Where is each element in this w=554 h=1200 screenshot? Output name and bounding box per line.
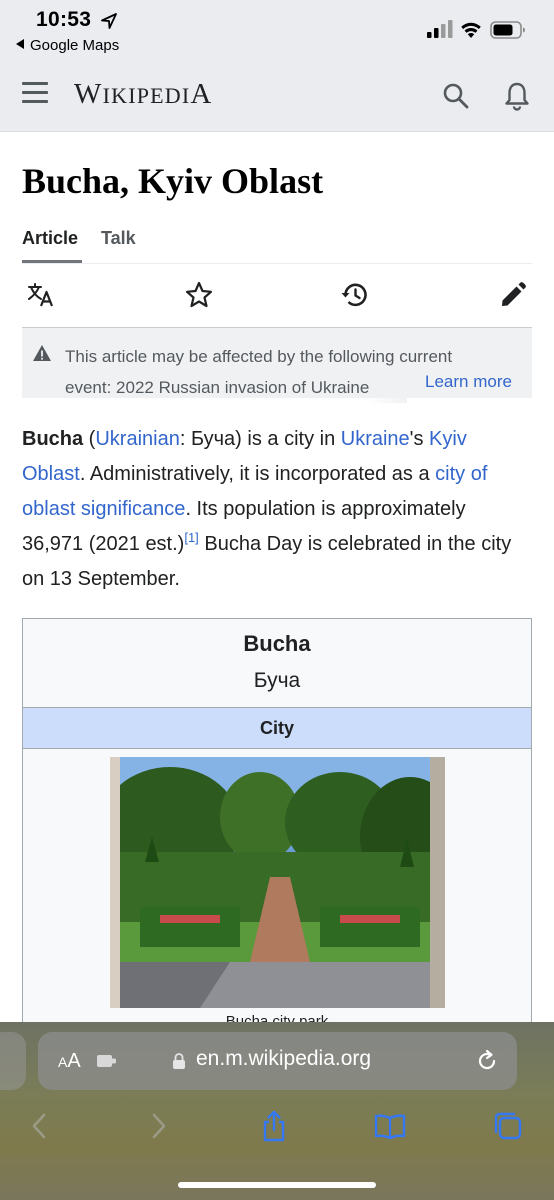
link-ukrainian[interactable]: Ukrainian — [95, 428, 179, 450]
back-triangle-icon — [16, 39, 24, 49]
infobox: Bucha Буча City Bucha city park — [22, 618, 532, 1038]
history-icon[interactable] — [340, 280, 370, 310]
search-icon[interactable] — [442, 82, 470, 110]
address-bar[interactable]: AA en.m.wikipedia.org — [38, 1032, 517, 1090]
wifi-icon — [461, 22, 481, 38]
article-subject: Bucha — [22, 428, 84, 450]
location-arrow-icon — [101, 13, 117, 29]
share-icon[interactable] — [258, 1110, 290, 1142]
back-icon[interactable] — [24, 1110, 56, 1142]
page-settings-button[interactable]: AA — [58, 1050, 81, 1073]
infobox-title: Bucha — [243, 631, 311, 656]
edit-icon[interactable] — [498, 280, 528, 310]
back-to-app-link[interactable]: Google Maps — [16, 37, 119, 54]
status-time: 10:53 — [36, 8, 92, 31]
lock-icon — [173, 1053, 185, 1069]
tab-article[interactable]: Article — [22, 228, 78, 249]
back-app-label: Google Maps — [30, 37, 120, 54]
infobox-native-name: Буча — [253, 669, 301, 692]
bookmarks-icon[interactable] — [374, 1110, 406, 1142]
forward-icon[interactable] — [142, 1110, 174, 1142]
menu-icon[interactable] — [22, 82, 50, 108]
warning-icon — [33, 345, 51, 361]
current-event-notice: This article may be affected by the foll… — [22, 328, 532, 403]
link-ukraine[interactable]: Ukraine — [341, 428, 410, 450]
bucha-city-park-image[interactable] — [110, 757, 445, 1008]
wikipedia-logo[interactable]: WIKIPEDIA — [74, 78, 213, 111]
lead-paragraph: Bucha (Ukrainian: Буча) is a city in Ukr… — [22, 428, 512, 590]
home-indicator[interactable] — [178, 1182, 376, 1188]
learn-more-link[interactable]: Learn more — [425, 372, 512, 392]
page-actions — [22, 264, 532, 328]
page-tabs: Article Talk — [22, 226, 532, 264]
infobox-type: City — [23, 707, 531, 749]
tabs-icon[interactable] — [492, 1110, 524, 1142]
tab-talk[interactable]: Talk — [101, 228, 136, 249]
reference-1[interactable]: [1] — [184, 530, 198, 545]
language-icon[interactable] — [26, 280, 56, 310]
notice-line-2: event: 2022 Russian invasion of Ukraine — [65, 372, 407, 403]
star-icon[interactable] — [184, 280, 214, 310]
extension-icon[interactable] — [96, 1052, 118, 1070]
status-bar: 10:53 Google Maps — [0, 0, 554, 58]
active-tab-indicator — [22, 260, 82, 263]
cellular-signal-icon — [427, 20, 453, 38]
bell-icon[interactable] — [503, 81, 531, 111]
safari-bottom-bar: AA en.m.wikipedia.org — [0, 1022, 554, 1200]
previous-tab-peek[interactable] — [0, 1032, 26, 1090]
battery-icon — [490, 21, 525, 39]
reload-icon[interactable] — [475, 1049, 499, 1073]
wikipedia-header: WIKIPEDIA — [0, 58, 554, 132]
url-text[interactable]: en.m.wikipedia.org — [196, 1047, 371, 1071]
page-title: Bucha, Kyiv Oblast — [22, 161, 324, 201]
notice-line-1: This article may be affected by the foll… — [65, 347, 453, 366]
